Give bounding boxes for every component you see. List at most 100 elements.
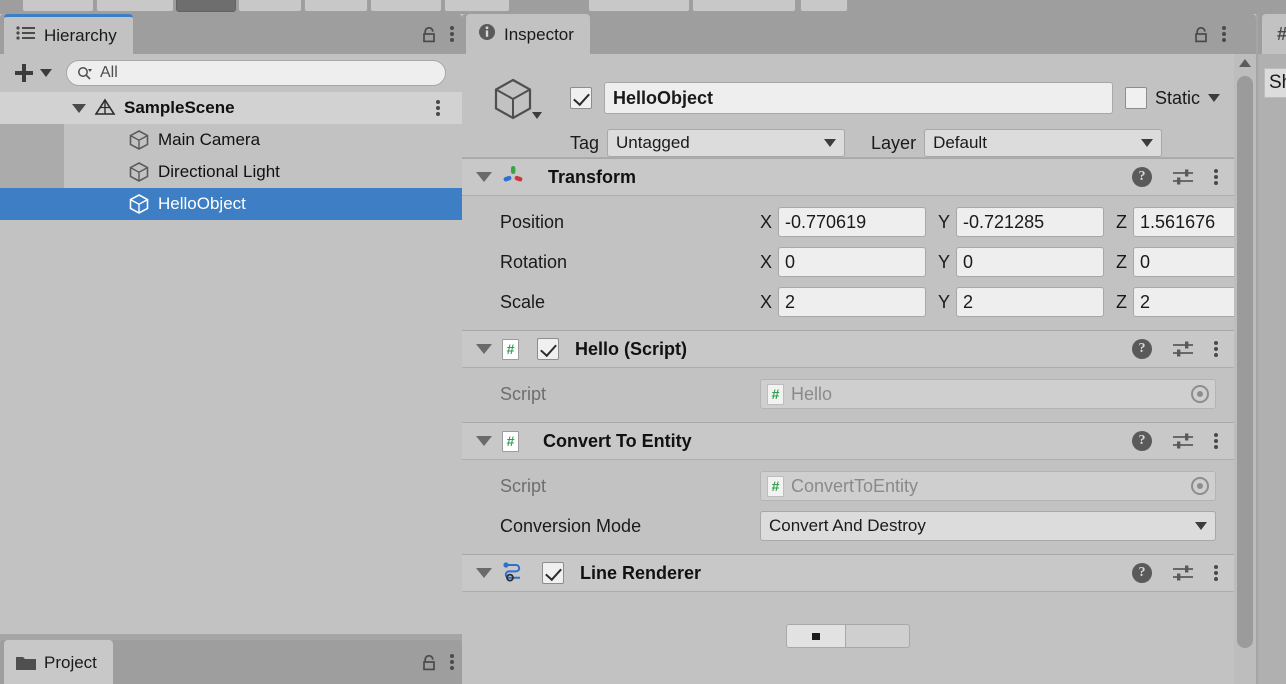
chevron-down-icon[interactable] [476, 172, 492, 182]
scrollbar-thumb[interactable] [1237, 76, 1253, 648]
static-checkbox[interactable] [1125, 87, 1147, 109]
kebab-icon[interactable] [450, 654, 454, 670]
right-partial-chip-label: Sh [1269, 72, 1286, 94]
gameobject-cube-icon [128, 161, 150, 183]
toolbar-hand-tool[interactable] [22, 0, 94, 12]
component-enabled-checkbox[interactable] [542, 562, 564, 584]
chevron-down-icon[interactable] [1208, 94, 1220, 102]
position-y-input[interactable]: -0.721285 [956, 207, 1104, 237]
toolbar-overflow-toggle[interactable] [800, 0, 848, 12]
preset-icon[interactable] [1172, 564, 1194, 582]
toolbar-pivot-toggle[interactable] [588, 0, 690, 12]
tag-value: Untagged [616, 133, 690, 153]
scroll-up-icon[interactable] [1239, 59, 1251, 67]
script-object-field[interactable]: # Hello [760, 379, 1216, 409]
toolbar-rect-tool[interactable] [304, 0, 368, 12]
tab-project[interactable]: Project [4, 640, 113, 684]
hash-icon: # [1277, 24, 1286, 45]
component-title: Hello (Script) [575, 339, 687, 360]
component-title: Line Renderer [580, 563, 701, 584]
rotation-x-input[interactable]: 0 [778, 247, 926, 277]
object-picker-icon[interactable] [1191, 477, 1209, 495]
toolbar-scale-tool[interactable] [238, 0, 302, 12]
chevron-down-icon[interactable] [476, 344, 492, 354]
csharp-script-icon: # [502, 431, 519, 452]
help-icon[interactable]: ? [1132, 563, 1152, 583]
script-object-field[interactable]: # ConvertToEntity [760, 471, 1216, 501]
component-header-line-renderer[interactable]: Line Renderer ? [462, 554, 1234, 592]
right-partial-chip[interactable]: Sh [1264, 68, 1286, 98]
line-renderer-tab-left[interactable] [786, 624, 846, 648]
lock-icon[interactable] [422, 27, 436, 42]
axis-label-z: Z [1116, 212, 1127, 233]
chevron-down-icon[interactable] [532, 112, 542, 119]
toolbar-custom-tool[interactable] [444, 0, 510, 12]
toolbar-rotate-tool[interactable] [176, 0, 236, 12]
preset-icon[interactable] [1172, 168, 1194, 186]
vector3-input: X -0.770619 Y -0.721285 Z 1.561676 [760, 207, 1234, 237]
rotation-y-input[interactable]: 0 [956, 247, 1104, 277]
inspector-scrollbar[interactable] [1234, 54, 1256, 684]
preset-icon[interactable] [1172, 340, 1194, 358]
line-renderer-tab-right[interactable] [846, 624, 910, 648]
hierarchy-item-main-camera[interactable]: Main Camera [0, 124, 462, 156]
hierarchy-panel: Hierarchy [0, 14, 462, 634]
lock-icon[interactable] [1194, 27, 1208, 42]
add-gameobject-button[interactable] [14, 63, 52, 83]
scale-y-input[interactable]: 2 [956, 287, 1104, 317]
help-icon[interactable]: ? [1132, 431, 1152, 451]
inspector-content: HelloObject Static Tag Untagged Layer [462, 54, 1234, 684]
position-z-input[interactable]: 1.561676 [1133, 207, 1234, 237]
hierarchy-item-label: Directional Light [158, 162, 280, 182]
tag-dropdown[interactable]: Untagged [607, 129, 845, 157]
kebab-icon[interactable] [1214, 433, 1218, 449]
component-header-hello-script[interactable]: # Hello (Script) ? [462, 330, 1234, 368]
lock-icon[interactable] [422, 655, 436, 670]
kebab-icon[interactable] [1214, 169, 1218, 185]
kebab-icon[interactable] [1222, 26, 1226, 42]
component-header-transform[interactable]: Transform ? [462, 158, 1234, 196]
tab-right-partial[interactable]: # [1262, 14, 1286, 54]
scale-z-input[interactable]: 2 [1133, 287, 1234, 317]
position-x-input[interactable]: -0.770619 [778, 207, 926, 237]
help-icon[interactable]: ? [1132, 167, 1152, 187]
kebab-icon[interactable] [1214, 341, 1218, 357]
layer-dropdown[interactable]: Default [924, 129, 1162, 157]
object-picker-icon[interactable] [1191, 385, 1209, 403]
component-title: Convert To Entity [543, 431, 692, 452]
search-input-value: All [100, 64, 118, 82]
inspector-panel: Inspector [462, 14, 1256, 684]
toolbar-transform-tool[interactable] [370, 0, 442, 12]
chevron-down-icon[interactable] [476, 436, 492, 446]
axis-label-z: Z [1116, 292, 1127, 313]
kebab-icon[interactable] [450, 26, 454, 42]
hierarchy-item-samplescene[interactable]: SampleScene [0, 92, 462, 124]
component-header-convert-to-entity[interactable]: # Convert To Entity ? [462, 422, 1234, 460]
static-toggle-group[interactable]: Static [1125, 87, 1220, 109]
toolbar-handle-toggle[interactable] [692, 0, 796, 12]
kebab-icon[interactable] [436, 100, 440, 116]
tag-layer-row: Tag Untagged Layer Default [570, 128, 1220, 158]
hierarchy-item-directional-light[interactable]: Directional Light [0, 156, 462, 188]
hierarchy-item-helloobject[interactable]: HelloObject [0, 188, 462, 220]
convert-script-row: Script # ConvertToEntity [462, 466, 1234, 506]
tab-hierarchy[interactable]: Hierarchy [4, 14, 133, 54]
gameobject-name-row: HelloObject Static [570, 80, 1220, 116]
component-actions: ? [1132, 159, 1218, 195]
conversion-mode-dropdown[interactable]: Convert And Destroy [760, 511, 1216, 541]
tab-inspector[interactable]: Inspector [466, 14, 590, 54]
scale-x-input[interactable]: 2 [778, 287, 926, 317]
component-title: Transform [548, 167, 636, 188]
component-enabled-checkbox[interactable] [537, 338, 559, 360]
search-input[interactable]: All [66, 60, 446, 86]
chevron-down-icon[interactable] [476, 568, 492, 578]
help-icon[interactable]: ? [1132, 339, 1152, 359]
chevron-down-icon[interactable] [72, 104, 86, 113]
gameobject-name-input[interactable]: HelloObject [604, 82, 1113, 114]
preset-icon[interactable] [1172, 432, 1194, 450]
rotation-z-input[interactable]: 0 [1133, 247, 1234, 277]
gameobject-enabled-checkbox[interactable] [570, 87, 592, 109]
toolbar-move-tool[interactable] [96, 0, 174, 12]
kebab-icon[interactable] [1214, 565, 1218, 581]
tab-project-label: Project [44, 654, 97, 671]
